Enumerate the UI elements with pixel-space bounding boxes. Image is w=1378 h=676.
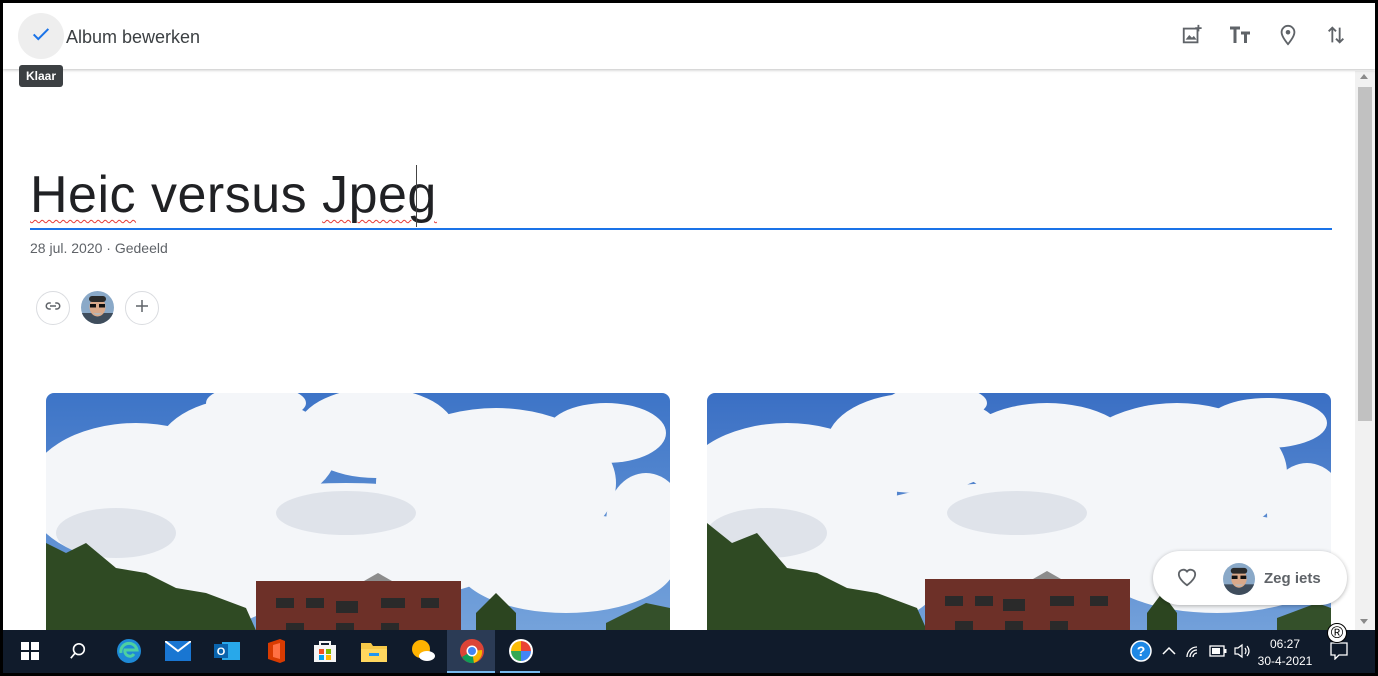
clock[interactable]: 06:27 30-4-2021 <box>1255 636 1315 670</box>
title-word-3: Jpeg <box>322 166 437 224</box>
sort-icon <box>1326 24 1346 51</box>
album-meta: 28 jul. 2020 · Gedeeld <box>30 240 168 256</box>
scroll-down-arrow-icon[interactable] <box>1360 619 1368 624</box>
mail-icon[interactable] <box>163 636 193 666</box>
chrome-icon[interactable] <box>457 636 487 666</box>
start-icon[interactable] <box>15 636 45 666</box>
share-link-button[interactable] <box>36 291 70 325</box>
chrome-active-indicator <box>447 671 495 673</box>
done-button[interactable] <box>18 13 64 59</box>
sort-button[interactable] <box>1323 24 1349 50</box>
comment-avatar <box>1223 563 1255 595</box>
svg-text:?: ? <box>1137 643 1146 659</box>
title-word-2: versus <box>136 166 323 224</box>
scroll-thumb[interactable] <box>1358 87 1372 421</box>
checkmark-icon <box>30 23 52 50</box>
clock-time: 06:27 <box>1269 637 1301 651</box>
svg-text:O: O <box>217 646 226 658</box>
add-photo-button[interactable] <box>1179 24 1205 50</box>
store-icon[interactable] <box>310 636 340 666</box>
windows-taskbar: O ? 06:27 30-4-2021 <box>3 630 1375 673</box>
add-person-button[interactable] <box>125 291 159 325</box>
chevron-up-icon[interactable] <box>1159 636 1179 666</box>
text-caret <box>416 165 417 227</box>
comment-bar: Zeg iets <box>1153 551 1347 605</box>
comment-input[interactable]: Zeg iets <box>1264 570 1321 587</box>
scroll-up-arrow-icon[interactable] <box>1360 74 1368 79</box>
explorer-icon[interactable] <box>359 636 389 666</box>
add-photo-icon <box>1181 24 1203 51</box>
title-word-1: Heic <box>30 166 137 224</box>
photos-indicator <box>500 671 540 673</box>
done-tooltip: Klaar <box>19 65 64 87</box>
add-location-button[interactable] <box>1275 24 1301 50</box>
plus-icon <box>133 297 151 320</box>
weather-icon[interactable] <box>408 636 438 666</box>
office-icon[interactable] <box>261 636 291 666</box>
search-icon[interactable] <box>63 636 93 666</box>
volume-icon[interactable] <box>1231 636 1253 666</box>
battery-icon[interactable] <box>1207 636 1229 666</box>
link-icon <box>44 297 62 320</box>
photo-thumbnail-1[interactable] <box>46 393 670 653</box>
scrollbar[interactable] <box>1355 71 1375 631</box>
heart-icon[interactable] <box>1176 567 1198 592</box>
help-icon[interactable]: ? <box>1129 636 1153 666</box>
browser-window: Album bewerken Klaar Heic versus Jpeg 28… <box>3 3 1375 673</box>
add-text-button[interactable] <box>1227 24 1253 50</box>
photos-icon[interactable] <box>506 636 536 666</box>
title-underline <box>30 228 1332 230</box>
avatar[interactable] <box>81 291 114 324</box>
registered-mark-icon: ® <box>1327 623 1347 643</box>
location-icon <box>1278 24 1298 51</box>
wifi-icon[interactable] <box>1183 636 1205 666</box>
outlook-icon[interactable]: O <box>212 636 242 666</box>
clock-date: 30-4-2021 <box>1257 654 1313 668</box>
edge-icon[interactable] <box>114 636 144 666</box>
photo-thumbnail-2[interactable] <box>707 393 1331 653</box>
toolbar-title: Album bewerken <box>66 27 201 47</box>
album-title-input[interactable]: Heic versus Jpeg <box>30 165 437 225</box>
text-icon <box>1228 24 1252 51</box>
edit-toolbar: Album bewerken <box>3 3 1375 69</box>
